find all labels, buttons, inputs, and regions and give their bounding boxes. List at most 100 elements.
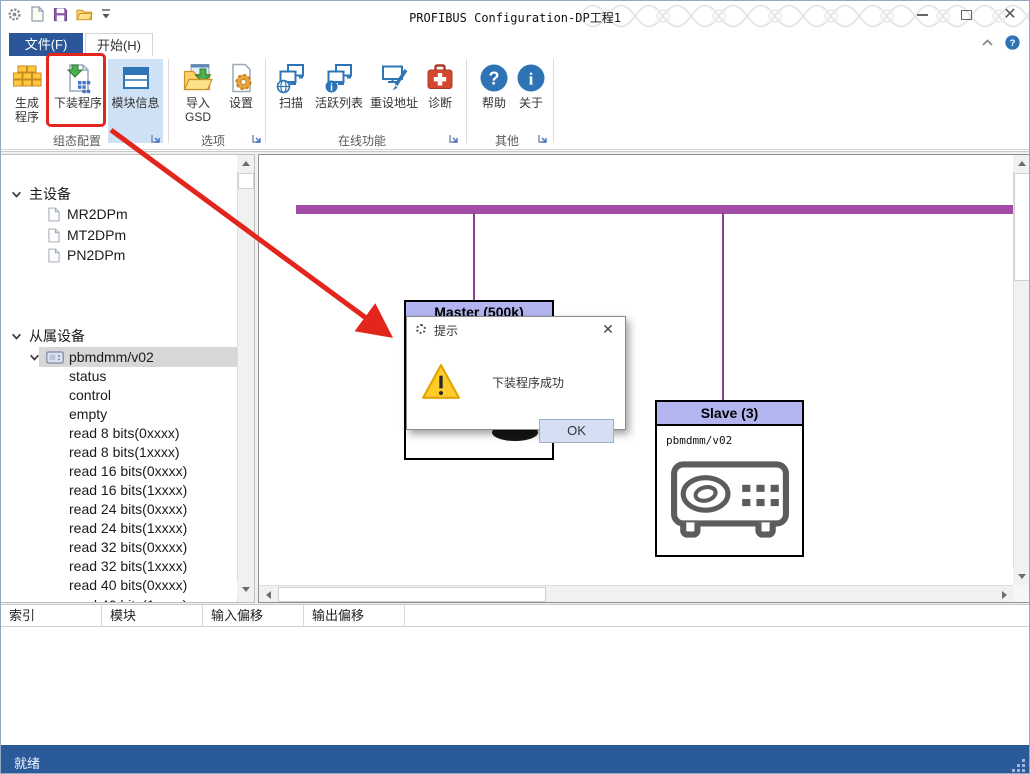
close-button[interactable]: ✕	[997, 4, 1023, 26]
dialog-close-button[interactable]: ✕	[599, 320, 617, 338]
online-group-launcher-icon[interactable]	[449, 134, 460, 145]
chevron-down-icon	[11, 189, 22, 200]
canvas-hscroll-thumb[interactable]	[278, 587, 546, 602]
triangle-right-icon	[1002, 591, 1007, 599]
column-header-input-offset[interactable]: 输入偏移	[203, 605, 304, 627]
bus-drop-line-slave	[722, 213, 724, 401]
tree-module-read8-1[interactable]: read 8 bits(1xxxx)	[1, 442, 237, 462]
config-group-launcher-icon[interactable]	[151, 134, 162, 145]
tree-module-read32-0[interactable]: read 32 bits(0xxxx)	[1, 537, 237, 557]
scroll-left-button[interactable]	[260, 587, 277, 603]
download-program-icon	[62, 62, 94, 94]
tree-module-status[interactable]: status	[1, 366, 237, 386]
triangle-down-icon	[242, 587, 250, 592]
tree-module-empty[interactable]: empty	[1, 404, 237, 424]
group-separator	[168, 59, 169, 143]
slave-device-name: pbmdmm/v02	[657, 426, 802, 447]
document-icon	[48, 248, 60, 263]
settings-button[interactable]: 设置	[223, 59, 259, 143]
network-canvas[interactable]: Master (500k) Slave (3) pbmdmm/v02	[258, 154, 1030, 603]
generate-program-button[interactable]: 生成程序	[7, 59, 47, 143]
tab-file[interactable]: 文件(F)	[9, 33, 83, 56]
warning-icon	[421, 363, 461, 401]
resize-grip[interactable]	[1012, 758, 1026, 772]
tree-section-masters[interactable]: 主设备	[1, 184, 237, 204]
profibus-bus-bar[interactable]	[296, 205, 1014, 214]
active-list-button[interactable]: 活跃列表	[312, 59, 366, 143]
triangle-left-icon	[266, 591, 271, 599]
tree-module-read16-0[interactable]: read 16 bits(0xxxx)	[1, 461, 237, 481]
tree-module-read40-1[interactable]: read 40 bits(1xxxx)	[1, 595, 237, 603]
window-controls: ✕	[909, 3, 1023, 27]
tree-module-read24-1[interactable]: read 24 bits(1xxxx)	[1, 518, 237, 538]
triangle-up-icon	[1018, 161, 1026, 166]
scroll-up-button[interactable]	[1013, 155, 1030, 172]
ok-button[interactable]: OK	[539, 419, 614, 443]
tree-module-read8-0[interactable]: read 8 bits(0xxxx)	[1, 423, 237, 443]
tree-module-control[interactable]: control	[1, 385, 237, 405]
dialog-titlebar[interactable]: 提示 ✕	[407, 317, 625, 341]
tree-scrollbar[interactable]	[237, 155, 254, 603]
maximize-button[interactable]	[953, 4, 979, 26]
scroll-up-button[interactable]	[237, 155, 254, 172]
tree-item-pn2dpm[interactable]: PN2DPm	[1, 245, 237, 265]
document-icon	[48, 207, 60, 222]
tree-item-slave-device-selected[interactable]: pbmdmm/v02	[1, 347, 237, 367]
scroll-down-button[interactable]	[237, 581, 254, 598]
import-gsd-button[interactable]: 导入GSD	[176, 59, 220, 143]
group-label-options: 选项	[173, 132, 253, 147]
active-list-icon	[323, 62, 355, 94]
tab-home[interactable]: 开始(H)	[85, 33, 153, 56]
help-button[interactable]: 帮助	[475, 59, 513, 143]
minimize-button[interactable]	[909, 4, 935, 26]
diagnosis-icon	[424, 62, 456, 94]
tree-module-read32-1[interactable]: read 32 bits(1xxxx)	[1, 556, 237, 576]
triangle-up-icon	[242, 161, 250, 166]
chevron-down-icon	[29, 352, 40, 363]
module-info-icon	[120, 62, 152, 94]
other-group-launcher-icon[interactable]	[538, 134, 549, 145]
column-header-module[interactable]: 模块	[102, 605, 203, 627]
close-icon: ✕	[602, 321, 614, 337]
download-program-button[interactable]: 下装程序	[49, 59, 107, 143]
help-icon	[478, 62, 510, 94]
title-bar: PROFIBUS Configuration-DP工程1 ✕	[1, 1, 1029, 31]
scan-icon	[275, 62, 307, 94]
column-header-output-offset[interactable]: 输出偏移	[304, 605, 405, 627]
scroll-down-button[interactable]	[1013, 568, 1030, 585]
help-circle-icon[interactable]	[1004, 34, 1021, 51]
group-separator	[553, 59, 554, 143]
tree-module-read24-0[interactable]: read 24 bits(0xxxx)	[1, 499, 237, 519]
canvas-vscroll-thumb[interactable]	[1014, 173, 1030, 281]
tree-section-slaves[interactable]: 从属设备	[1, 326, 237, 346]
column-header-index[interactable]: 索引	[1, 605, 102, 627]
group-label-config: 组态配置	[7, 132, 147, 147]
about-button[interactable]: 关于	[514, 59, 548, 143]
ribbon-helpers	[981, 34, 1021, 51]
canvas-vertical-scrollbar[interactable]	[1013, 155, 1030, 585]
bus-drop-line-master	[473, 213, 475, 301]
options-group-launcher-icon[interactable]	[252, 134, 263, 145]
tree-item-mr2dpm[interactable]: MR2DPm	[1, 204, 237, 224]
tree-module-read16-1[interactable]: read 16 bits(1xxxx)	[1, 480, 237, 500]
canvas-horizontal-scrollbar[interactable]	[259, 585, 1013, 602]
group-label-other: 其他	[469, 132, 545, 147]
slave-node[interactable]: Slave (3) pbmdmm/v02	[655, 400, 804, 557]
tree-item-mt2dpm[interactable]: MT2DPm	[1, 225, 237, 245]
status-message: 就绪	[14, 753, 40, 772]
module-table-panel: 索引 模块 输入偏移 输出偏移	[1, 604, 1029, 745]
dialog-app-icon	[416, 324, 426, 334]
tree-module-read40-0[interactable]: read 40 bits(0xxxx)	[1, 575, 237, 595]
maximize-icon	[961, 10, 972, 20]
scan-button[interactable]: 扫描	[272, 59, 310, 143]
scroll-right-button[interactable]	[996, 587, 1013, 603]
window-title: PROFIBUS Configuration-DP工程1	[1, 9, 1029, 26]
close-icon: ✕	[1003, 7, 1016, 23]
tree-scrollbar-thumb[interactable]	[238, 173, 254, 189]
diagnosis-button[interactable]: 诊断	[422, 59, 458, 143]
collapse-ribbon-icon[interactable]	[981, 38, 994, 48]
dialog-message: 下装程序成功	[492, 374, 564, 391]
module-info-button[interactable]: 模块信息	[108, 59, 163, 143]
group-separator	[466, 59, 467, 143]
reset-address-button[interactable]: 重设地址	[367, 59, 421, 143]
